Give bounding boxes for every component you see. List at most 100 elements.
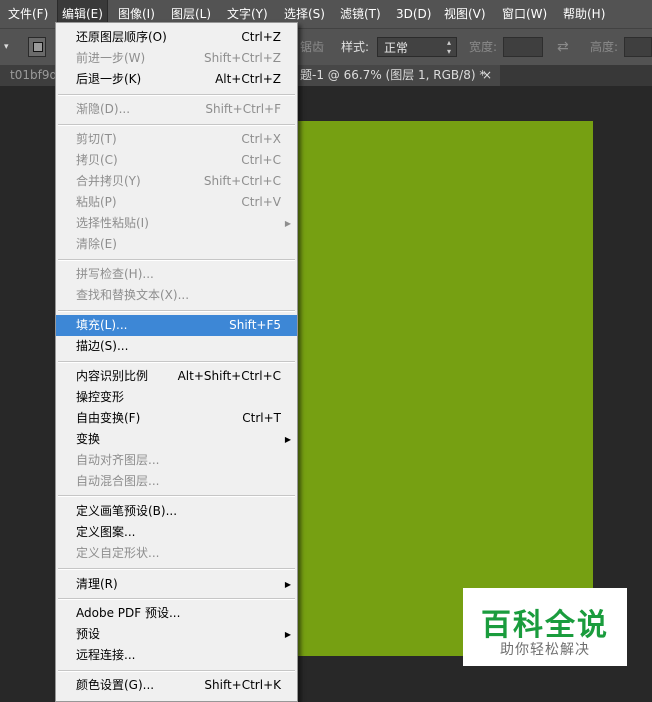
submenu-arrow-icon: ▶: [284, 630, 291, 639]
menu-item-step-forward[interactable]: 前进一步(W) Shift+Ctrl+Z: [56, 48, 297, 69]
menu-item-adobe-pdf-presets[interactable]: Adobe PDF 预设...: [56, 603, 297, 624]
menu-item-define-pattern[interactable]: 定义图案...: [56, 522, 297, 543]
menu-item-clear[interactable]: 清除(E): [56, 234, 297, 255]
menu-item-label: 颜色设置(G)...: [76, 678, 155, 692]
menu-separator: [58, 94, 295, 96]
tool-preset-dropdown-icon[interactable]: ▾: [4, 37, 14, 57]
width-field[interactable]: [503, 37, 543, 57]
menu-item-shortcut: Shift+F5: [229, 318, 281, 332]
menu-item-label: 操控变形: [76, 390, 125, 404]
menu-item-label: 定义画笔预设(B)...: [76, 504, 178, 518]
menu-item-label: 内容识别比例: [76, 369, 149, 383]
menu-item-auto-blend[interactable]: 自动混合图层...: [56, 471, 297, 492]
watermark-subtitle: 助你轻松解决: [500, 642, 590, 658]
menu-item-label: 前进一步(W): [76, 51, 146, 65]
menu-item-free-transform[interactable]: 自由变换(F) Ctrl+T: [56, 408, 297, 429]
menu-item-shortcut: Ctrl+Z: [241, 30, 281, 44]
menu-3d[interactable]: 3D(D): [396, 0, 431, 28]
marquee-tool-icon[interactable]: [28, 37, 46, 57]
menu-item-color-settings[interactable]: 颜色设置(G)... Shift+Ctrl+K: [56, 675, 297, 696]
menu-separator: [58, 568, 295, 570]
menu-item-shortcut: Shift+Ctrl+C: [203, 174, 281, 188]
style-select-value: 正常: [384, 41, 409, 55]
menu-item-step-backward[interactable]: 后退一步(K) Alt+Ctrl+Z: [56, 69, 297, 90]
menu-item-shortcut: Ctrl+V: [241, 195, 281, 209]
menu-item-copy-merged[interactable]: 合并拷贝(Y) Shift+Ctrl+C: [56, 171, 297, 192]
menu-item-label: 剪切(T): [76, 132, 117, 146]
menu-item-label: 清除(E): [76, 237, 117, 251]
menu-item-purge[interactable]: 清理(R) ▶: [56, 574, 297, 595]
menu-item-shortcut: Alt+Ctrl+Z: [215, 72, 281, 86]
menu-item-undo[interactable]: 还原图层顺序(O) Ctrl+Z: [56, 27, 297, 48]
menu-item-label: 选择性粘贴(I): [76, 216, 149, 230]
menu-item-shortcut: Ctrl+C: [241, 153, 281, 167]
menu-item-paste-special[interactable]: 选择性粘贴(I) ▶: [56, 213, 297, 234]
submenu-arrow-icon: ▶: [284, 219, 291, 228]
menu-item-shortcut: Ctrl+T: [242, 411, 281, 425]
menu-item-label: 还原图层顺序(O): [76, 30, 167, 44]
style-select[interactable]: 正常 ▴ ▾: [377, 37, 457, 57]
menu-item-shortcut: Alt+Shift+Ctrl+C: [177, 369, 281, 383]
menu-item-label: 拼写检查(H)...: [76, 267, 154, 281]
menu-window[interactable]: 窗口(W): [502, 0, 547, 28]
menu-item-label: 预设: [76, 627, 101, 641]
document-canvas[interactable]: [298, 121, 593, 656]
antialias-label-fragment: 锯齿: [300, 40, 325, 54]
menu-item-label: 填充(L)...: [76, 318, 128, 332]
menu-item-paste[interactable]: 粘贴(P) Ctrl+V: [56, 192, 297, 213]
menu-item-puppet-warp[interactable]: 操控变形: [56, 387, 297, 408]
width-label: 宽度:: [469, 40, 498, 54]
menu-separator: [58, 598, 295, 600]
select-arrows-icon: ▴ ▾: [446, 38, 451, 56]
menu-item-label: 定义自定形状...: [76, 546, 160, 560]
menu-item-shortcut: Shift+Ctrl+F: [205, 102, 281, 116]
menu-item-label: 后退一步(K): [76, 72, 142, 86]
watermark-title: 百科全说: [481, 608, 609, 643]
menu-item-auto-align[interactable]: 自动对齐图层...: [56, 450, 297, 471]
menu-file[interactable]: 文件(F): [8, 0, 48, 28]
menu-item-label: 查找和替换文本(X)...: [76, 288, 190, 302]
menu-help[interactable]: 帮助(H): [563, 0, 605, 28]
edit-menu-dropdown: 还原图层顺序(O) Ctrl+Z 前进一步(W) Shift+Ctrl+Z 后退…: [55, 22, 298, 702]
menu-item-shortcut: Shift+Ctrl+K: [204, 678, 281, 692]
submenu-arrow-icon: ▶: [284, 435, 291, 444]
submenu-arrow-icon: ▶: [284, 580, 291, 589]
menu-item-remote-connections[interactable]: 远程连接...: [56, 645, 297, 666]
close-icon[interactable]: ×: [482, 65, 492, 86]
menu-item-find-replace[interactable]: 查找和替换文本(X)...: [56, 285, 297, 306]
menu-item-label: 粘贴(P): [76, 195, 117, 209]
menu-item-label: 变换: [76, 432, 101, 446]
menu-view[interactable]: 视图(V): [444, 0, 486, 28]
menu-filter[interactable]: 滤镜(T): [340, 0, 381, 28]
menu-item-content-aware-scale[interactable]: 内容识别比例 Alt+Shift+Ctrl+C: [56, 366, 297, 387]
menu-item-label: 自动对齐图层...: [76, 453, 160, 467]
menu-separator: [58, 310, 295, 312]
menu-separator: [58, 124, 295, 126]
menu-item-presets[interactable]: 预设 ▶: [56, 624, 297, 645]
menu-item-label: 定义图案...: [76, 525, 136, 539]
swap-arrows-icon[interactable]: ⇄: [557, 37, 569, 57]
document-tab-2-title: 题-1 @ 66.7% (图层 1, RGB/8) *: [300, 68, 486, 82]
menu-item-label: 渐隐(D)...: [76, 102, 131, 116]
menu-item-label: 合并拷贝(Y): [76, 174, 141, 188]
height-field[interactable]: [624, 37, 652, 57]
menu-item-check-spelling[interactable]: 拼写检查(H)...: [56, 264, 297, 285]
menu-separator: [58, 259, 295, 261]
watermark-logo: 百科全说 助你轻松解决: [463, 588, 627, 666]
menu-item-label: 描边(S)...: [76, 339, 129, 353]
menu-separator: [58, 361, 295, 363]
height-label: 高度:: [590, 40, 619, 54]
menu-item-shortcut: Shift+Ctrl+Z: [204, 51, 281, 65]
menu-item-cut[interactable]: 剪切(T) Ctrl+X: [56, 129, 297, 150]
menu-item-copy[interactable]: 拷贝(C) Ctrl+C: [56, 150, 297, 171]
menu-item-fade[interactable]: 渐隐(D)... Shift+Ctrl+F: [56, 99, 297, 120]
menu-item-transform[interactable]: 变换 ▶: [56, 429, 297, 450]
document-tab-2[interactable]: 题-1 @ 66.7% (图层 1, RGB/8) * ×: [298, 65, 500, 86]
menu-item-shortcut: Ctrl+X: [241, 132, 281, 146]
menu-item-define-brush[interactable]: 定义画笔预设(B)...: [56, 501, 297, 522]
menu-item-define-custom-shape[interactable]: 定义自定形状...: [56, 543, 297, 564]
menu-item-stroke[interactable]: 描边(S)...: [56, 336, 297, 357]
menu-separator: [58, 495, 295, 497]
style-label: 样式:: [341, 40, 370, 54]
menu-item-fill[interactable]: 填充(L)... Shift+F5: [56, 315, 297, 336]
